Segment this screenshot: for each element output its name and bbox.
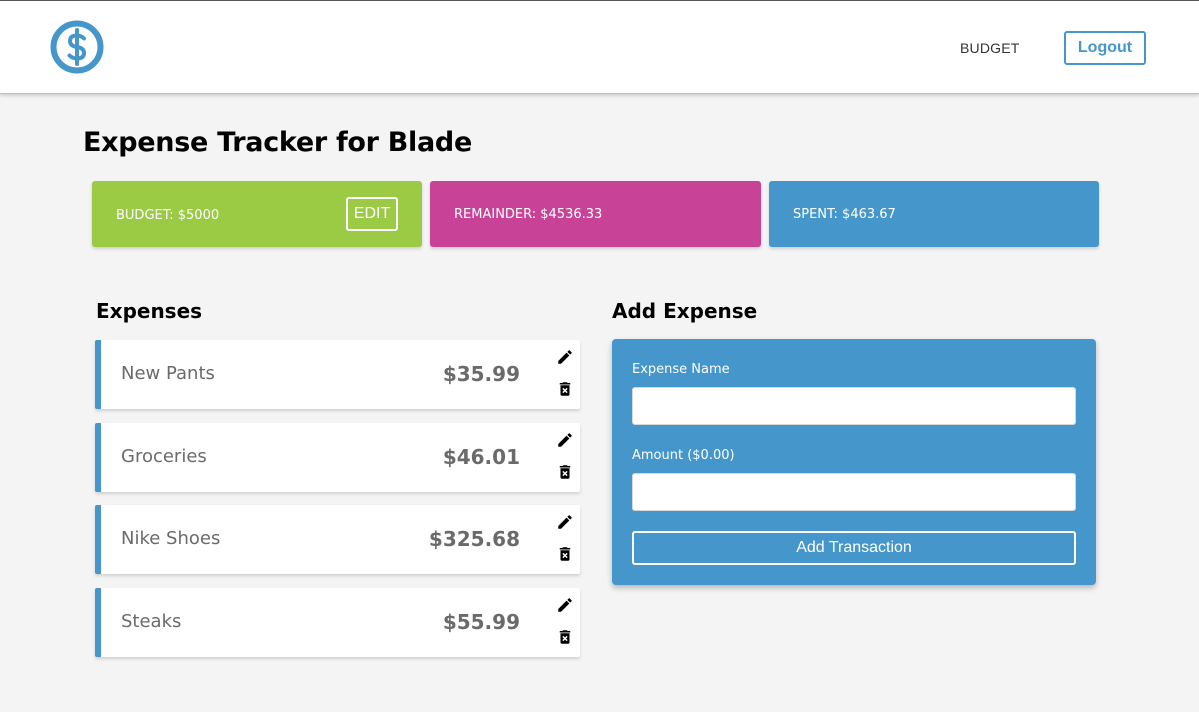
edit-budget-button[interactable]: EDIT [346, 197, 398, 231]
expense-amount: $35.99 [442, 362, 520, 386]
expense-amount: $46.01 [442, 445, 520, 469]
expense-item: New Pants $35.99 [95, 340, 580, 409]
budget-label: BUDGET: $5000 [116, 208, 220, 223]
expense-amount: $55.99 [442, 610, 520, 634]
expense-name: Steaks [121, 611, 182, 632]
pencil-icon[interactable] [556, 596, 574, 614]
amount-label: Amount ($0.00) [632, 448, 735, 463]
add-transaction-button[interactable]: Add Transaction [632, 531, 1076, 565]
expense-name: Groceries [121, 446, 207, 467]
expense-name-field[interactable] [632, 387, 1076, 425]
expense-item: Groceries $46.01 [95, 423, 580, 492]
amount-field[interactable] [632, 473, 1076, 511]
expense-amount: $325.68 [428, 527, 520, 551]
pencil-icon[interactable] [556, 431, 574, 449]
add-expense-heading: Add Expense [612, 299, 758, 323]
expense-item: Steaks $55.99 [95, 588, 580, 657]
spent-card: SPENT: $463.67 [769, 181, 1099, 247]
spent-label: SPENT: $463.67 [793, 207, 896, 222]
expense-item: Nike Shoes $325.68 [95, 505, 580, 574]
expense-name: New Pants [121, 363, 215, 384]
remainder-label: REMAINDER: $4536.33 [454, 207, 603, 222]
expense-name: Nike Shoes [121, 528, 221, 549]
trash-icon[interactable] [556, 463, 574, 481]
top-navbar: BUDGET Logout [0, 0, 1199, 94]
logout-button[interactable]: Logout [1064, 31, 1146, 65]
pencil-icon[interactable] [556, 348, 574, 366]
trash-icon[interactable] [556, 545, 574, 563]
dollar-circle-icon[interactable] [50, 20, 104, 74]
nav-budget-link[interactable]: BUDGET [960, 40, 1020, 56]
budget-card: BUDGET: $5000 EDIT [92, 181, 422, 247]
trash-icon[interactable] [556, 628, 574, 646]
trash-icon[interactable] [556, 380, 574, 398]
expenses-heading: Expenses [96, 299, 203, 323]
pencil-icon[interactable] [556, 513, 574, 531]
page-title: Expense Tracker for Blade [83, 127, 472, 158]
expense-name-label: Expense Name [632, 362, 730, 377]
add-expense-form: Expense Name Amount ($0.00) Add Transact… [612, 339, 1096, 585]
remainder-card: REMAINDER: $4536.33 [430, 181, 761, 247]
